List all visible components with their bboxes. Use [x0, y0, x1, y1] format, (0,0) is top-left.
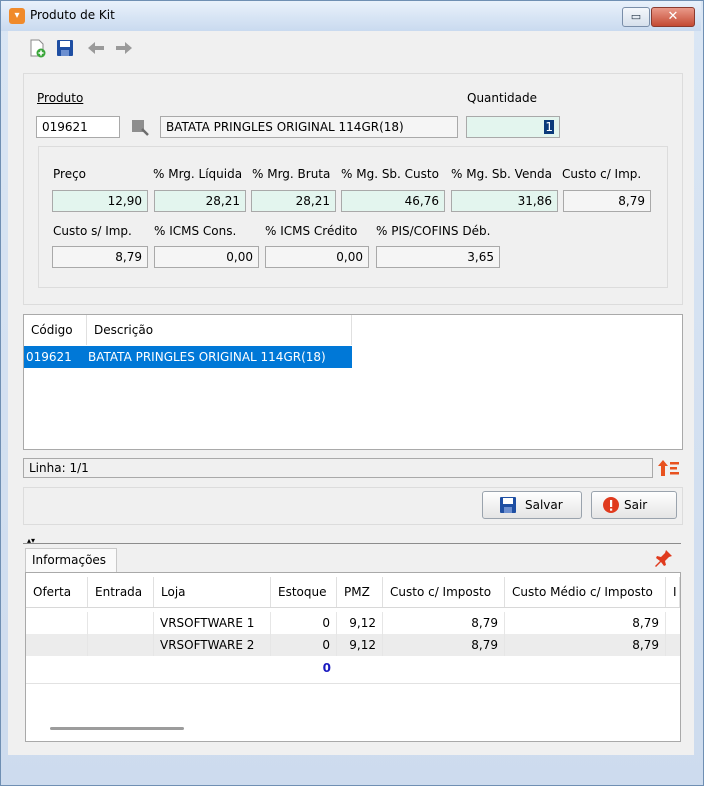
row-estoque: 0 [271, 612, 337, 634]
exit-icon [602, 496, 620, 514]
tab-informacoes[interactable]: Informações [25, 548, 117, 572]
row-entrada [88, 612, 154, 634]
mg-sb-custo-input[interactable]: 46,76 [341, 190, 445, 212]
icms-cons-field: 0,00 [154, 246, 259, 268]
mrg-bruta-input[interactable]: 28,21 [251, 190, 336, 212]
icms-credito-field: 0,00 [265, 246, 369, 268]
custo-s-imp-label: Custo s/ Imp. [53, 224, 132, 238]
quantidade-value: 1 [544, 120, 554, 134]
preco-label: Preço [53, 167, 87, 181]
column-header-descricao[interactable]: Descrição [87, 315, 352, 345]
custo-s-imp-field: 8,79 [52, 246, 148, 268]
custo-c-imp-label: Custo c/ Imp. [562, 167, 642, 181]
info-table[interactable]: Oferta Entrada Loja Estoque PMZ Custo c/… [25, 572, 681, 742]
new-document-icon[interactable] [27, 38, 47, 58]
pis-cofins-deb-field: 3,65 [376, 246, 500, 268]
column-header-oferta[interactable]: Oferta [26, 577, 88, 607]
column-header-estoque[interactable]: Estoque [271, 577, 337, 607]
custo-c-imp-field: 8,79 [563, 190, 651, 212]
mg-sb-venda-input[interactable]: 31,86 [451, 190, 558, 212]
salvar-button[interactable]: Salvar [482, 491, 582, 519]
table-row[interactable]: 019621 BATATA PRINGLES ORIGINAL 114GR(18… [24, 346, 352, 368]
icms-cons-label: % ICMS Cons. [154, 224, 237, 238]
mg-sb-venda-label: % Mg. Sb. Venda [451, 167, 552, 181]
splitter-arrows-icon[interactable]: ▴▾ [27, 536, 47, 546]
column-header-custo-medio-c-imposto[interactable]: Custo Médio c/ Imposto [505, 577, 666, 607]
column-header-custo-c-imposto[interactable]: Custo c/ Imposto [383, 577, 505, 607]
produto-description-field: BATATA PRINGLES ORIGINAL 114GR(18) [160, 116, 458, 138]
horizontal-scrollbar[interactable] [50, 727, 184, 730]
row-oferta [26, 612, 88, 634]
quantidade-label: Quantidade [467, 91, 538, 105]
row-codigo: 019621 [26, 350, 72, 364]
row-estoque: 0 [271, 634, 337, 656]
sair-label: Sair [624, 498, 648, 512]
mg-sb-custo-label: % Mg. Sb. Custo [341, 167, 439, 181]
splitter-line[interactable] [23, 543, 681, 544]
pis-cofins-deb-label: % PIS/COFINS Déb. [376, 224, 491, 238]
table-divider [26, 683, 680, 684]
row-loja: VRSOFTWARE 2 [154, 634, 271, 656]
app-icon: ▾ [9, 8, 25, 24]
arrow-right-icon[interactable] [114, 38, 134, 58]
column-header-entrada[interactable]: Entrada [88, 577, 154, 607]
produto-label: Produto [37, 91, 84, 105]
row-custo-medio-c-imposto: 8,79 [505, 612, 666, 634]
sort-priority-icon[interactable] [657, 458, 681, 478]
pin-icon[interactable] [652, 548, 674, 570]
mrg-liquida-label: % Mrg. Líquida [153, 167, 243, 181]
table-row[interactable]: VRSOFTWARE 1 0 9,12 8,79 8,79 [26, 612, 680, 634]
column-header-loja[interactable]: Loja [154, 577, 271, 607]
button-bar [23, 487, 683, 525]
row-custo-c-imposto: 8,79 [383, 634, 505, 656]
search-icon[interactable] [130, 118, 150, 136]
row-custo-c-imposto: 8,79 [383, 612, 505, 634]
info-table-header: Oferta Entrada Loja Estoque PMZ Custo c/… [26, 573, 680, 608]
column-header-pmz[interactable]: PMZ [337, 577, 383, 607]
quantidade-input[interactable]: 1 [466, 116, 560, 138]
preco-input[interactable]: 12,90 [52, 190, 148, 212]
row-pmz: 9,12 [337, 612, 383, 634]
row-descricao: BATATA PRINGLES ORIGINAL 114GR(18) [88, 350, 326, 364]
column-header-codigo[interactable]: Código [24, 315, 87, 345]
row-entrada [88, 634, 154, 656]
row-pmz: 9,12 [337, 634, 383, 656]
close-button[interactable]: ✕ [651, 7, 695, 27]
mrg-liquida-input[interactable]: 28,21 [154, 190, 246, 212]
window-title: Produto de Kit [30, 8, 115, 22]
sair-button[interactable]: Sair [591, 491, 677, 519]
save-icon[interactable] [55, 38, 75, 58]
table-row[interactable]: VRSOFTWARE 2 0 9,12 8,79 8,79 [26, 634, 680, 656]
mrg-bruta-label: % Mrg. Bruta [252, 167, 331, 181]
icms-credito-label: % ICMS Crédito [265, 224, 358, 238]
totals-row: 0 [26, 657, 680, 679]
restore-button[interactable]: ▭ [622, 7, 650, 27]
column-header-extra[interactable]: I [666, 577, 680, 607]
row-loja: VRSOFTWARE 1 [154, 612, 271, 634]
linha-status: Linha: 1/1 [23, 458, 653, 478]
arrow-left-icon[interactable] [86, 38, 106, 58]
row-oferta [26, 634, 88, 656]
save-icon [499, 496, 517, 514]
salvar-label: Salvar [525, 498, 563, 512]
produto-code-input[interactable]: 019621 [36, 116, 120, 138]
row-custo-medio-c-imposto: 8,79 [505, 634, 666, 656]
total-estoque: 0 [322, 661, 331, 675]
items-table[interactable]: Código Descrição 019621 BATATA PRINGLES … [23, 314, 683, 450]
